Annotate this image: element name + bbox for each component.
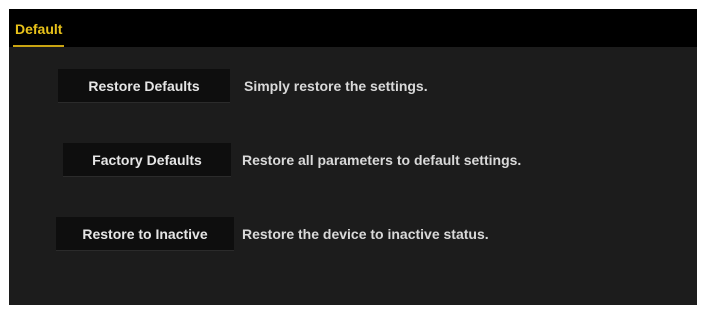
factory-defaults-description: Restore all parameters to default settin… bbox=[242, 152, 522, 168]
tab-bar: Default bbox=[9, 9, 697, 47]
restore-to-inactive-row: Restore to Inactive Restore the device t… bbox=[9, 217, 697, 251]
tab-default[interactable]: Default bbox=[13, 19, 65, 47]
restore-to-inactive-button[interactable]: Restore to Inactive bbox=[56, 217, 234, 251]
restore-defaults-row: Restore Defaults Simply restore the sett… bbox=[9, 69, 697, 103]
default-settings-panel: Restore Defaults Simply restore the sett… bbox=[9, 47, 697, 305]
restore-defaults-description: Simply restore the settings. bbox=[244, 78, 428, 94]
restore-to-inactive-description: Restore the device to inactive status. bbox=[242, 226, 489, 242]
restore-defaults-button[interactable]: Restore Defaults bbox=[58, 69, 230, 103]
settings-window: Default Restore Defaults Simply restore … bbox=[9, 9, 697, 305]
factory-defaults-row: Factory Defaults Restore all parameters … bbox=[9, 143, 697, 177]
factory-defaults-button[interactable]: Factory Defaults bbox=[63, 143, 231, 177]
